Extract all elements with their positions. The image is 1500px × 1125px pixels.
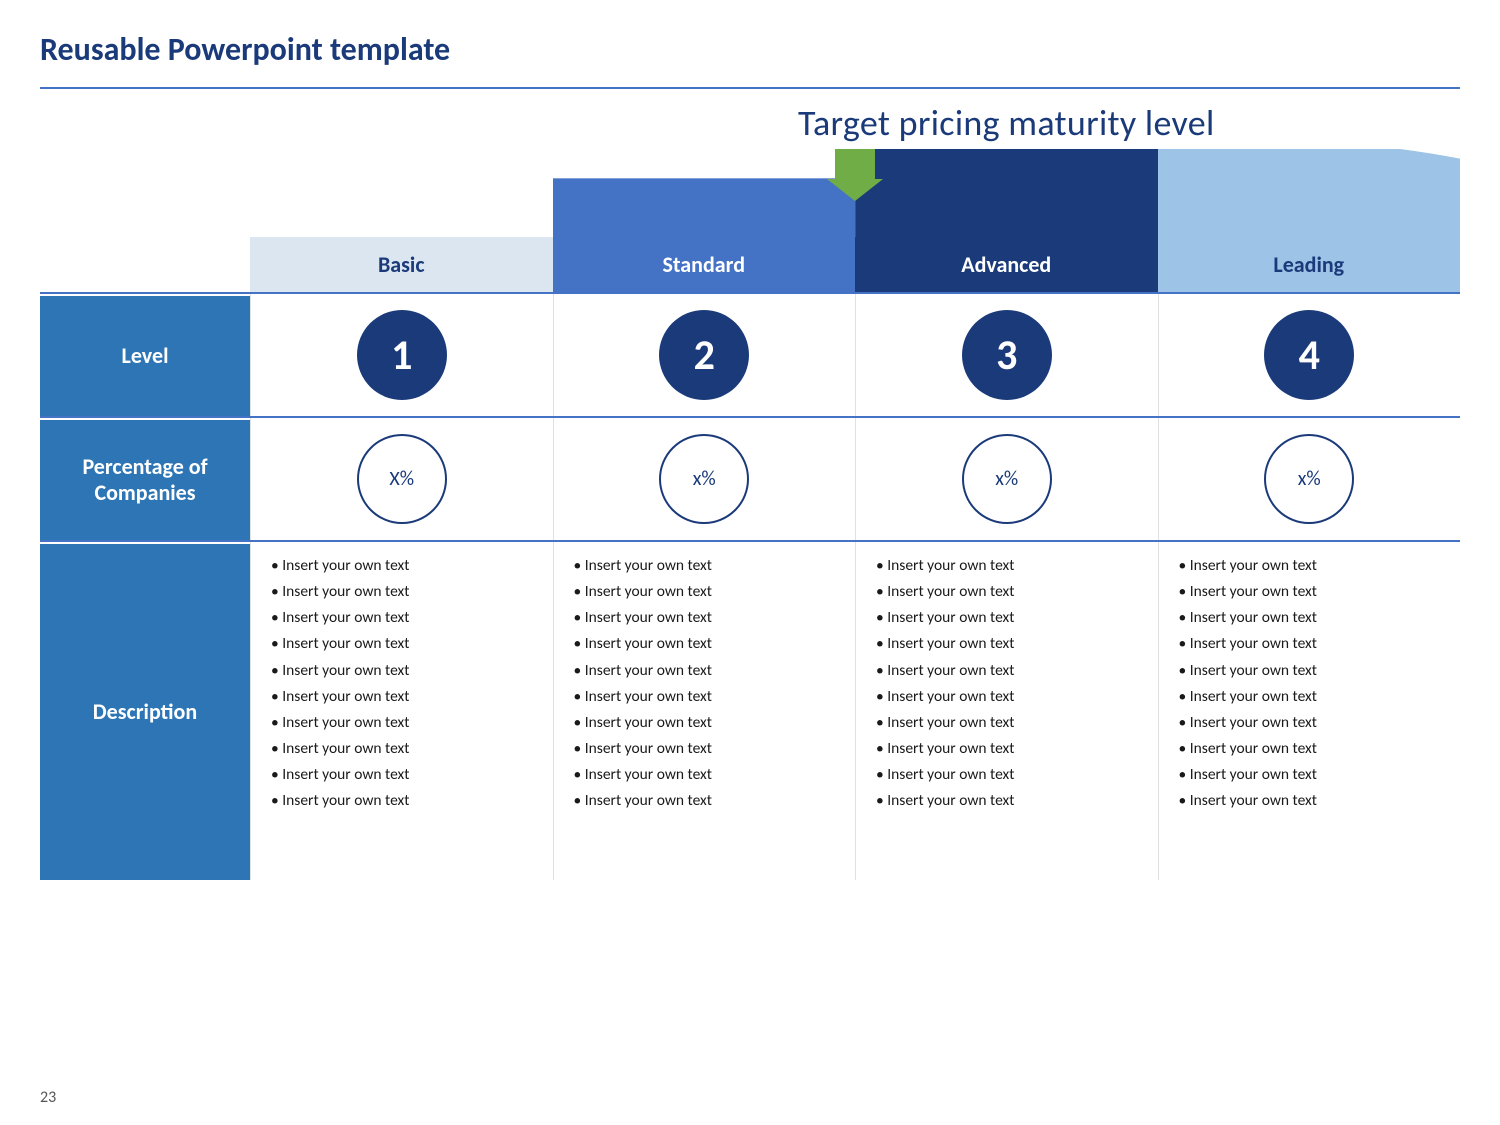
page: Reusable Powerpoint template Target pric…	[0, 0, 1500, 1125]
desc-3-2: • Insert your own text	[876, 582, 1138, 602]
desc-1-1: • Insert your own text	[271, 556, 533, 576]
desc-4-2: • Insert your own text	[1179, 582, 1441, 602]
desc-2-8: • Insert your own text	[574, 739, 836, 759]
desc-3-9: • Insert your own text	[876, 765, 1138, 785]
col-header-advanced: Advanced	[855, 237, 1158, 292]
target-pricing-label: Target pricing maturity level	[798, 101, 1215, 145]
desc-col-3: • Insert your own text • Insert your own…	[855, 542, 1158, 880]
level-circle-3: 3	[962, 310, 1052, 400]
level-cell-4: 4	[1158, 294, 1461, 416]
col-header-basic: Basic	[250, 237, 553, 292]
pct-cell-2: x%	[553, 418, 856, 540]
pct-cell-1: X%	[250, 418, 553, 540]
desc-2-7: • Insert your own text	[574, 713, 836, 733]
desc-4-3: • Insert your own text	[1179, 608, 1441, 628]
desc-col-2: • Insert your own text • Insert your own…	[553, 542, 856, 880]
percentage-row: Percentage of Companies X% x% x%	[40, 416, 1460, 540]
desc-4-1: • Insert your own text	[1179, 556, 1441, 576]
desc-4-9: • Insert your own text	[1179, 765, 1441, 785]
desc-3-5: • Insert your own text	[876, 661, 1138, 681]
desc-3-6: • Insert your own text	[876, 687, 1138, 707]
desc-4-5: • Insert your own text	[1179, 661, 1441, 681]
maturity-shape	[553, 149, 1461, 237]
desc-3-4: • Insert your own text	[876, 634, 1138, 654]
desc-1-4: • Insert your own text	[271, 634, 533, 654]
level-label: Level	[122, 343, 169, 369]
pct-circle-4: x%	[1264, 434, 1354, 524]
desc-4-7: • Insert your own text	[1179, 713, 1441, 733]
percentage-row-label-cell: Percentage of Companies	[40, 418, 250, 540]
desc-2-9: • Insert your own text	[574, 765, 836, 785]
desc-1-7: • Insert your own text	[271, 713, 533, 733]
column-headers-row: Basic Standard Advanced Leading	[250, 237, 1460, 292]
green-arrow-icon	[827, 149, 883, 206]
page-number: 23	[40, 1088, 56, 1107]
level-row-label-cell: Level	[40, 294, 250, 416]
page-title: Reusable Powerpoint template	[40, 30, 1460, 69]
desc-2-10: • Insert your own text	[574, 791, 836, 811]
level-cell-2: 2	[553, 294, 856, 416]
desc-1-6: • Insert your own text	[271, 687, 533, 707]
desc-2-3: • Insert your own text	[574, 608, 836, 628]
description-label: Description	[93, 699, 197, 725]
level-cell-1: 1	[250, 294, 553, 416]
desc-1-2: • Insert your own text	[271, 582, 533, 602]
level-circle-4: 4	[1264, 310, 1354, 400]
pct-circle-1: X%	[357, 434, 447, 524]
desc-4-4: • Insert your own text	[1179, 634, 1441, 654]
description-row-label-cell: Description	[40, 542, 250, 880]
desc-4-6: • Insert your own text	[1179, 687, 1441, 707]
pct-circle-3: x%	[962, 434, 1052, 524]
level-circle-1: 1	[357, 310, 447, 400]
level-cell-3: 3	[855, 294, 1158, 416]
desc-col-4: • Insert your own text • Insert your own…	[1158, 542, 1461, 880]
desc-3-1: • Insert your own text	[876, 556, 1138, 576]
desc-2-4: • Insert your own text	[574, 634, 836, 654]
desc-3-8: • Insert your own text	[876, 739, 1138, 759]
level-circle-2: 2	[659, 310, 749, 400]
level-row: Level 1 2 3 4	[40, 292, 1460, 416]
desc-1-8: • Insert your own text	[271, 739, 533, 759]
desc-3-7: • Insert your own text	[876, 713, 1138, 733]
col-header-leading: Leading	[1158, 237, 1461, 292]
desc-2-5: • Insert your own text	[574, 661, 836, 681]
col-header-standard: Standard	[553, 237, 856, 292]
pct-cell-3: x%	[855, 418, 1158, 540]
description-row: Description • Insert your own text • Ins…	[40, 540, 1460, 880]
desc-3-3: • Insert your own text	[876, 608, 1138, 628]
desc-col-1: • Insert your own text • Insert your own…	[250, 542, 553, 880]
desc-2-1: • Insert your own text	[574, 556, 836, 576]
desc-4-8: • Insert your own text	[1179, 739, 1441, 759]
desc-2-2: • Insert your own text	[574, 582, 836, 602]
desc-3-10: • Insert your own text	[876, 791, 1138, 811]
desc-1-5: • Insert your own text	[271, 661, 533, 681]
main-content: Target pricing maturity level	[40, 89, 1460, 880]
pct-cell-4: x%	[1158, 418, 1461, 540]
desc-1-9: • Insert your own text	[271, 765, 533, 785]
percentage-label-line1: Percentage of	[82, 454, 207, 480]
desc-2-6: • Insert your own text	[574, 687, 836, 707]
percentage-label-line2: Companies	[82, 480, 207, 506]
pct-circle-2: x%	[659, 434, 749, 524]
desc-1-10: • Insert your own text	[271, 791, 533, 811]
desc-4-10: • Insert your own text	[1179, 791, 1441, 811]
desc-1-3: • Insert your own text	[271, 608, 533, 628]
